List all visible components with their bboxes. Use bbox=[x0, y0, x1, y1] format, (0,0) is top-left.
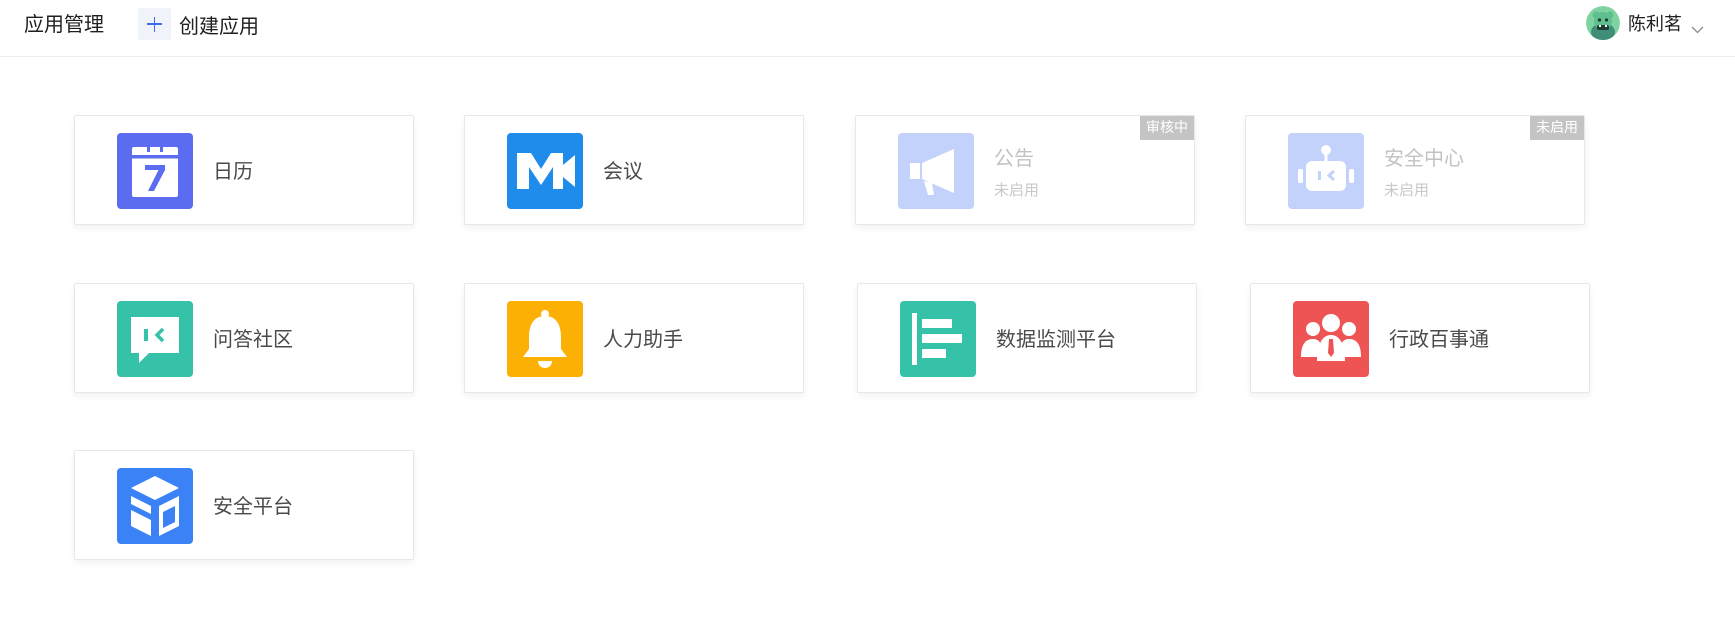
app-name: 会议 bbox=[603, 159, 643, 183]
app-card-security-center[interactable]: 安全中心 未启用 未启用 bbox=[1245, 115, 1585, 225]
app-name: 公告 bbox=[994, 146, 1034, 170]
app-name: 问答社区 bbox=[213, 327, 293, 351]
app-card-qa-community[interactable]: 问答社区 bbox=[74, 283, 414, 393]
megaphone-icon bbox=[898, 133, 974, 209]
meeting-icon bbox=[507, 133, 583, 209]
status-badge: 未启用 bbox=[1530, 116, 1584, 140]
bell-icon bbox=[507, 301, 583, 377]
people-group-icon bbox=[1293, 301, 1369, 377]
app-status: 未启用 bbox=[1384, 181, 1430, 199]
create-app-label: 创建应用 bbox=[179, 14, 259, 38]
user-menu[interactable]: 陈利茗 bbox=[1586, 6, 1704, 40]
app-status: 未启用 bbox=[994, 181, 1040, 199]
app-card-data-monitor[interactable]: 数据监测平台 bbox=[857, 283, 1197, 393]
plus-icon bbox=[138, 8, 171, 40]
app-name: 人力助手 bbox=[603, 327, 683, 351]
bar-chart-icon bbox=[900, 301, 976, 377]
app-card-notice[interactable]: 公告 未启用 审核中 bbox=[855, 115, 1195, 225]
top-bar: 应用管理 创建应用 陈利茗 bbox=[0, 0, 1735, 57]
app-card-admin-affairs[interactable]: 行政百事通 bbox=[1250, 283, 1590, 393]
app-card-hr-assistant[interactable]: 人力助手 bbox=[464, 283, 804, 393]
chat-bubble-icon bbox=[117, 301, 193, 377]
status-badge: 审核中 bbox=[1140, 116, 1194, 140]
robot-icon bbox=[1288, 133, 1364, 209]
user-name: 陈利茗 bbox=[1628, 14, 1682, 35]
app-card-security-platform[interactable]: 安全平台 bbox=[74, 450, 414, 560]
app-name: 行政百事通 bbox=[1389, 327, 1489, 351]
calendar-icon bbox=[117, 133, 193, 209]
page-title: 应用管理 bbox=[24, 12, 104, 36]
cube-icon bbox=[117, 468, 193, 544]
avatar bbox=[1586, 6, 1620, 40]
create-app-button[interactable]: 创建应用 bbox=[138, 8, 259, 40]
app-card-calendar[interactable]: 日历 bbox=[74, 115, 414, 225]
chevron-down-icon bbox=[1691, 19, 1704, 34]
app-name: 数据监测平台 bbox=[996, 327, 1116, 351]
app-name: 安全平台 bbox=[213, 494, 293, 518]
app-name: 安全中心 bbox=[1384, 146, 1464, 170]
app-card-meeting[interactable]: 会议 bbox=[464, 115, 804, 225]
app-name: 日历 bbox=[213, 159, 253, 183]
